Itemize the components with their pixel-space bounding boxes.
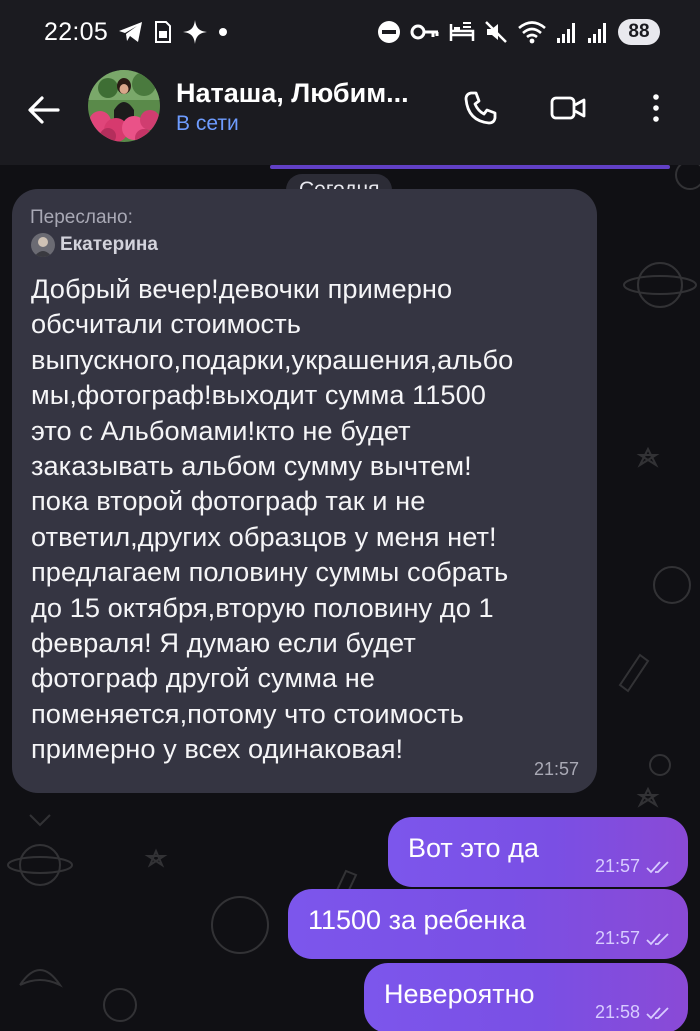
do-not-disturb-icon	[378, 21, 400, 43]
message-bubble-incoming[interactable]: Переслано: Екатерина Добрый вечер!девочк…	[12, 189, 597, 793]
sparkle-icon	[183, 20, 207, 44]
dot-icon	[219, 28, 227, 36]
back-arrow-icon[interactable]	[26, 92, 62, 128]
double-check-icon	[646, 860, 669, 873]
signal-icon	[557, 23, 575, 43]
message-meta: 21:58	[595, 1002, 672, 1023]
message-text: 11500 за ребенка	[308, 905, 526, 935]
chat-area[interactable]: Сегодня Переслано: Екатерина Добрый вече…	[0, 165, 700, 1031]
forwarded-sender[interactable]: Екатерина	[31, 233, 583, 257]
signal-icon	[588, 23, 606, 43]
message-meta: 21:57	[595, 928, 672, 949]
status-bar: 22:05 88	[0, 0, 700, 62]
contact-status: В сети	[176, 112, 239, 135]
avatar-image	[88, 70, 160, 142]
message-text: Добрый вечер!девочки примерно обсчитали …	[31, 273, 514, 765]
wifi-icon	[518, 21, 546, 44]
message-bubble-outgoing[interactable]: 11500 за ребенка 21:57	[288, 889, 688, 959]
mute-icon	[485, 21, 507, 43]
status-left-icons	[118, 18, 228, 46]
message-bubble-outgoing[interactable]: Вот это да 21:57	[388, 817, 688, 887]
battery-indicator: 88	[618, 19, 660, 45]
forwarded-sender-name: Екатерина	[60, 234, 158, 255]
message-time: 21:57	[594, 928, 640, 948]
pinned-indicator	[270, 165, 670, 169]
status-right-icons: 88	[377, 17, 660, 47]
bed-icon	[449, 22, 475, 41]
message-bubble-outgoing[interactable]: Невероятно 21:58	[364, 963, 688, 1031]
message-text: Невероятно	[384, 979, 535, 1009]
message-meta: 21:57	[595, 856, 672, 877]
telegram-icon	[119, 22, 142, 42]
more-vertical-icon[interactable]	[640, 88, 680, 128]
message-text: Вот это да	[408, 833, 539, 863]
double-check-icon	[646, 1006, 669, 1019]
sender-avatar	[31, 233, 55, 257]
video-camera-icon[interactable]	[548, 88, 588, 128]
chat-header: Наташа, Любим... В сети	[0, 62, 700, 165]
vpn-key-icon	[410, 24, 439, 40]
message-time: 21:57	[594, 856, 640, 876]
message-time: 21:57	[533, 759, 579, 779]
double-check-icon	[646, 932, 669, 945]
contact-name[interactable]: Наташа, Любим...	[176, 78, 409, 109]
forwarded-label: Переслано:	[30, 207, 133, 228]
sim-card-icon	[155, 21, 171, 43]
status-time: 22:05	[44, 18, 109, 46]
message-time: 21:58	[594, 1002, 640, 1022]
avatar[interactable]	[88, 70, 160, 142]
phone-icon[interactable]	[460, 88, 500, 128]
